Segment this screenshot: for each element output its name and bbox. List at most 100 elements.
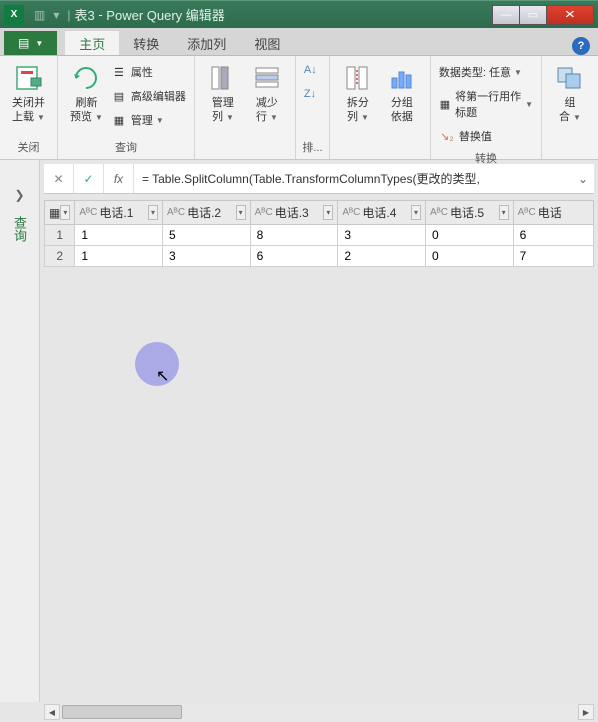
manage-columns-button[interactable]: 管理 列▼ bbox=[201, 60, 245, 127]
group-label-query: 查询 bbox=[64, 137, 188, 159]
type-text-icon: AᴮC bbox=[342, 207, 360, 218]
app-name: Power Query 编辑器 bbox=[106, 5, 224, 24]
corner-dropdown[interactable]: ▾ bbox=[60, 205, 70, 220]
cell[interactable]: 0 bbox=[425, 246, 513, 267]
sort-desc-icon: Z↓ bbox=[304, 88, 316, 100]
cell[interactable]: 6 bbox=[250, 246, 338, 267]
group-label-transform: 转换 bbox=[437, 148, 535, 170]
ribbon-tabbar: ▤▼ 主页 转换 添加列 视图 ? bbox=[0, 28, 598, 56]
replace-icon: ↘₂ bbox=[439, 128, 455, 144]
formula-input[interactable]: = Table.SplitColumn(Table.TransformColum… bbox=[134, 170, 572, 187]
scroll-left-button[interactable]: ◀ bbox=[44, 704, 60, 720]
file-menu[interactable]: ▤▼ bbox=[4, 31, 57, 55]
fx-icon[interactable]: fx bbox=[104, 164, 134, 193]
column-filter-button[interactable]: ▾ bbox=[411, 205, 421, 220]
cell[interactable]: 7 bbox=[513, 246, 593, 267]
refresh-preview-button[interactable]: 刷新 预览▼ bbox=[64, 60, 109, 127]
column-header[interactable]: AᴮC电话.3▾ bbox=[250, 201, 338, 225]
type-text-icon: AᴮC bbox=[255, 207, 273, 218]
reduce-rows-button[interactable]: 减少 行▼ bbox=[245, 60, 289, 127]
advanced-editor-button[interactable]: ▤高级编辑器 bbox=[111, 86, 186, 106]
formula-cancel-button[interactable]: ✕ bbox=[44, 164, 74, 193]
cell[interactable]: 3 bbox=[163, 246, 251, 267]
replace-values-button[interactable]: ↘₂替换值 bbox=[439, 126, 533, 146]
column-filter-button[interactable]: ▾ bbox=[236, 205, 246, 220]
chevron-down-icon: ▼ bbox=[95, 113, 103, 122]
group-by-button[interactable]: 分组 依据 bbox=[380, 60, 424, 127]
data-grid[interactable]: ▦▾ AᴮC电话.1▾ AᴮC电话.2▾ AᴮC电话.3▾ AᴮC电话.4▾ A… bbox=[44, 200, 594, 267]
column-header[interactable]: AᴮC电话.5▾ bbox=[425, 201, 513, 225]
cell[interactable]: 1 bbox=[75, 246, 163, 267]
scroll-thumb[interactable] bbox=[62, 705, 182, 719]
chevron-down-icon: ▼ bbox=[37, 113, 45, 122]
close-and-load-button[interactable]: 关闭并 上载▼ bbox=[6, 60, 51, 127]
queries-label[interactable]: 查询 bbox=[10, 216, 29, 242]
row-number[interactable]: 1 bbox=[45, 225, 75, 246]
tab-add-column[interactable]: 添加列 bbox=[173, 31, 240, 55]
maximize-button[interactable]: ▭ bbox=[519, 5, 547, 25]
scroll-track[interactable] bbox=[60, 704, 578, 720]
manage-button[interactable]: ▦管理▼ bbox=[111, 110, 186, 130]
column-filter-button[interactable]: ▾ bbox=[499, 205, 509, 220]
use-first-row-header-button[interactable]: ▦将第一行用作标题▼ bbox=[439, 86, 533, 122]
combine-icon bbox=[554, 62, 586, 94]
row-number[interactable]: 2 bbox=[45, 246, 75, 267]
split-column-button[interactable]: 拆分 列▼ bbox=[336, 60, 380, 127]
group-label-close: 关闭 bbox=[6, 137, 51, 159]
horizontal-scrollbar[interactable]: ◀ ▶ bbox=[44, 704, 594, 720]
queries-panel: ❯ 查询 bbox=[0, 160, 40, 702]
table-row[interactable]: 2 1 3 6 2 0 7 bbox=[45, 246, 594, 267]
close-button[interactable]: ✕ bbox=[546, 5, 594, 25]
scroll-right-button[interactable]: ▶ bbox=[578, 704, 594, 720]
ribbon: 关闭并 上载▼ 关闭 刷新 预览▼ ☰属性 ▤高级编辑器 ▦管理▼ 查询 管理 … bbox=[0, 56, 598, 160]
column-header[interactable]: AᴮC电话.1▾ bbox=[75, 201, 163, 225]
chevron-down-icon: ▼ bbox=[514, 68, 522, 77]
type-text-icon: AᴮC bbox=[167, 207, 185, 218]
formula-accept-button[interactable]: ✓ bbox=[74, 164, 104, 193]
column-header[interactable]: AᴮC电话.4▾ bbox=[338, 201, 426, 225]
cell[interactable]: 3 bbox=[338, 225, 426, 246]
data-grid-area: ▦▾ AᴮC电话.1▾ AᴮC电话.2▾ AᴮC电话.3▾ AᴮC电话.4▾ A… bbox=[44, 200, 594, 702]
close-load-icon bbox=[13, 62, 45, 94]
columns-icon bbox=[207, 62, 239, 94]
column-header[interactable]: AᴮC电话.2▾ bbox=[163, 201, 251, 225]
help-icon[interactable]: ? bbox=[572, 37, 590, 55]
column-header[interactable]: AᴮC电话 bbox=[513, 201, 593, 225]
expand-queries-button[interactable]: ❯ bbox=[14, 188, 24, 202]
formula-expand-button[interactable]: ⌄ bbox=[572, 164, 594, 193]
combine-button[interactable]: 组 合▼ bbox=[548, 60, 592, 127]
cell[interactable]: 6 bbox=[513, 225, 593, 246]
cell[interactable]: 8 bbox=[250, 225, 338, 246]
excel-app-icon: X bbox=[4, 5, 24, 25]
titlebar-sep-icon: ▥ bbox=[34, 8, 45, 22]
group-icon bbox=[386, 62, 418, 94]
cell[interactable]: 5 bbox=[163, 225, 251, 246]
minimize-button[interactable]: — bbox=[492, 5, 520, 25]
type-text-icon: AᴮC bbox=[430, 207, 448, 218]
tab-transform[interactable]: 转换 bbox=[119, 31, 173, 55]
sort-descending-button[interactable]: Z↓ bbox=[304, 86, 317, 102]
titlebar-sep-icon-2: ▾ bbox=[53, 8, 59, 22]
properties-button[interactable]: ☰属性 bbox=[111, 62, 186, 82]
file-icon: ▤ bbox=[18, 36, 29, 50]
cell[interactable]: 2 bbox=[338, 246, 426, 267]
editor-icon: ▤ bbox=[111, 88, 127, 104]
chevron-down-icon: ▼ bbox=[361, 113, 369, 122]
tab-view[interactable]: 视图 bbox=[240, 31, 294, 55]
refresh-icon bbox=[70, 62, 102, 94]
column-filter-button[interactable]: ▾ bbox=[323, 205, 333, 220]
cell[interactable]: 0 bbox=[425, 225, 513, 246]
titlebar: X ▥ ▾ | 表3 - Power Query 编辑器 — ▭ ✕ bbox=[0, 0, 598, 28]
tab-home[interactable]: 主页 bbox=[65, 31, 119, 55]
column-filter-button[interactable]: ▾ bbox=[148, 205, 158, 220]
properties-icon: ☰ bbox=[111, 64, 127, 80]
grid-corner[interactable]: ▦▾ bbox=[45, 201, 75, 225]
chevron-down-icon: ▼ bbox=[226, 113, 234, 122]
cell[interactable]: 1 bbox=[75, 225, 163, 246]
table-row[interactable]: 1 1 5 8 3 0 6 bbox=[45, 225, 594, 246]
sort-ascending-button[interactable]: A↓ bbox=[304, 62, 317, 78]
data-type-button[interactable]: 数据类型: 任意▼ bbox=[439, 62, 533, 82]
table-icon: ▦ bbox=[49, 206, 60, 220]
chevron-down-icon: ▼ bbox=[270, 113, 278, 122]
sort-asc-icon: A↓ bbox=[304, 64, 317, 76]
